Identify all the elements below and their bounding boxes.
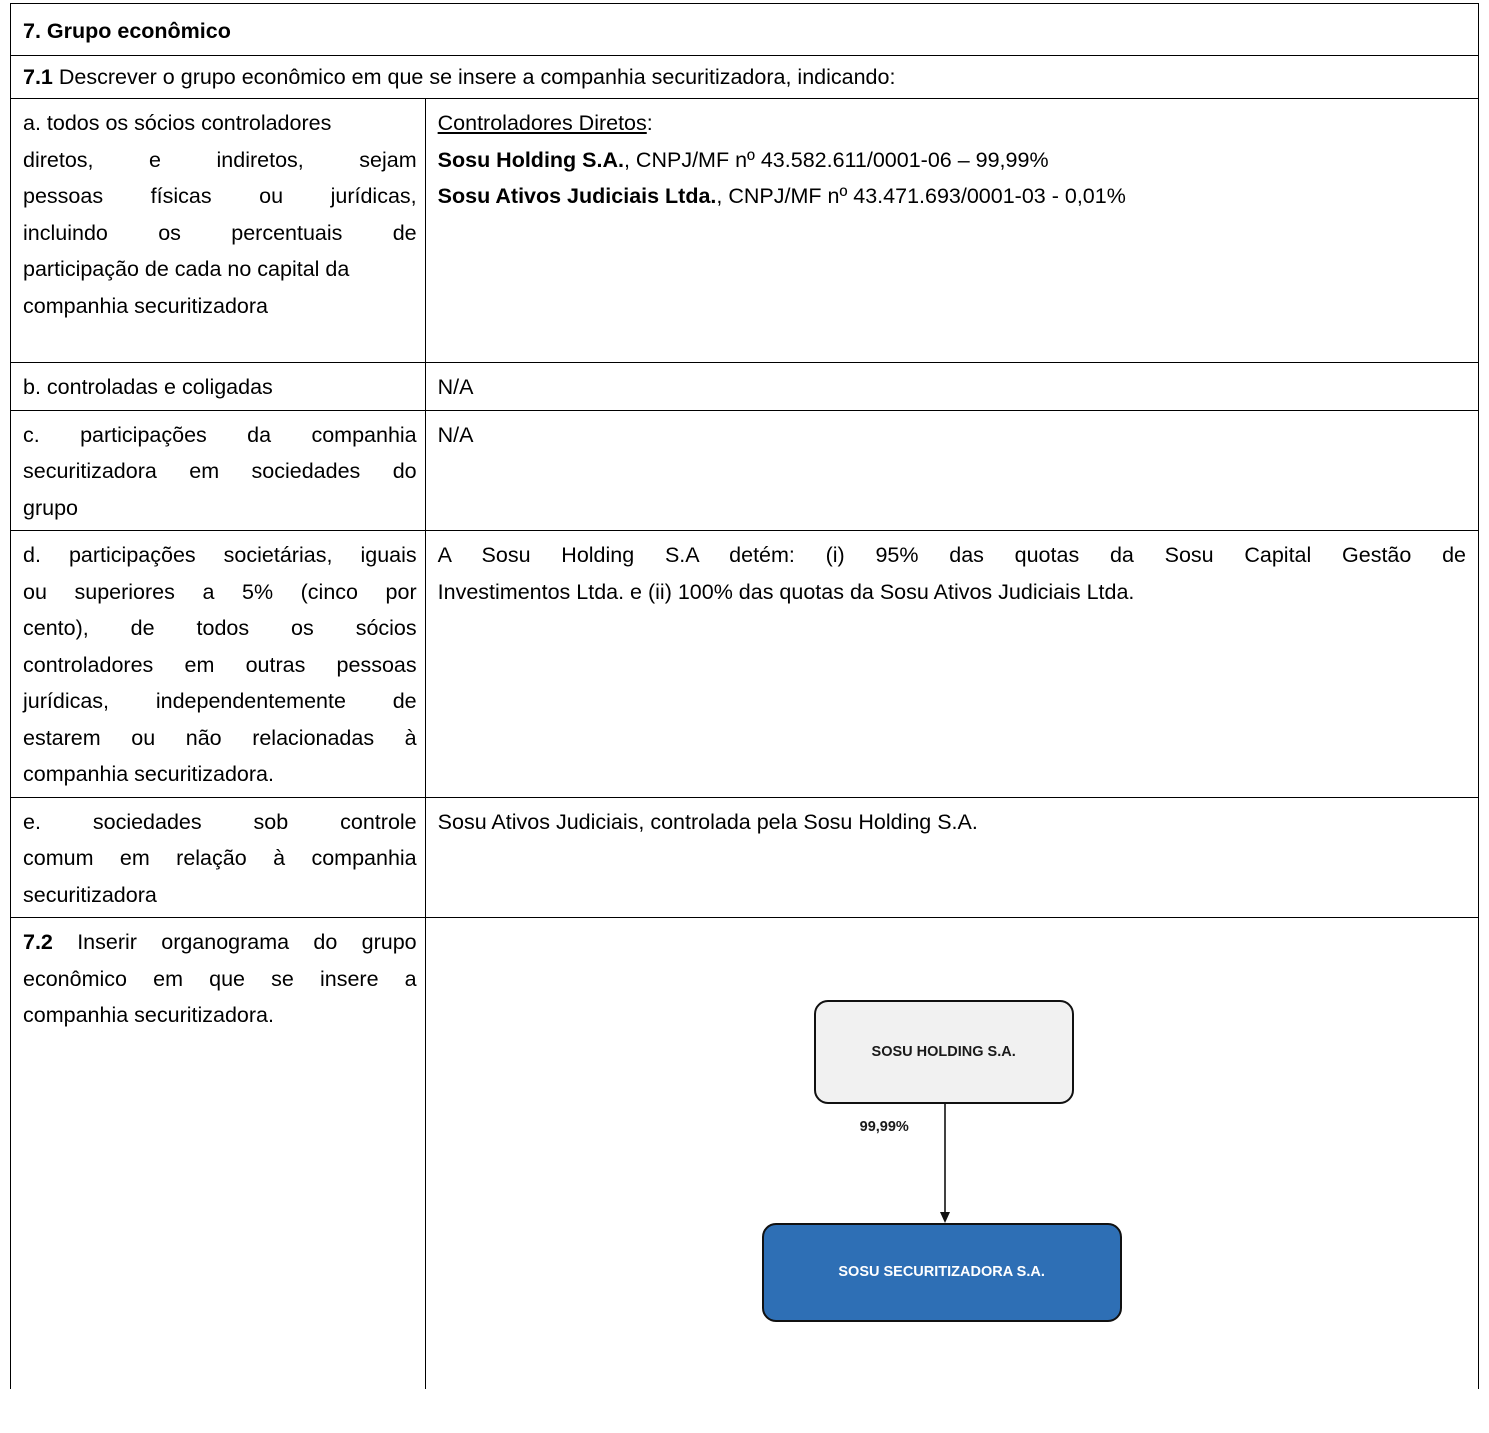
controladores-heading: Controladores Diretos: <box>438 105 1470 142</box>
row-b-label: b. controladas e coligadas <box>10 362 426 411</box>
row-a-label-line: incluindo os percentuais de <box>23 220 417 245</box>
row-d-label-line: companhia securitizadora. <box>23 762 274 786</box>
org-percent-label: 99,99% <box>859 1119 909 1135</box>
row-e-label-line: e. sociedades sob controle <box>23 809 417 834</box>
row-e-label: e. sociedades sob controle comum em rela… <box>10 796 426 918</box>
row-d: d. participações societárias, iguais ou … <box>10 530 1480 798</box>
question-7-1-text: Descrever o grupo econômico em que se in… <box>52 65 896 89</box>
organogram: SOSU HOLDING S.A. 99,99% SOSU SECURITIZA… <box>438 1000 1470 1385</box>
org-node-holding: SOSU HOLDING S.A. <box>813 1000 1074 1104</box>
holder-line: Sosu Holding S.A., CNPJ/MF nº 43.582.611… <box>438 142 1470 179</box>
row-d-label-line: cento), de todos os sócios <box>23 616 417 640</box>
row-d-label-line: jurídicas, independentemente de <box>23 689 417 713</box>
row-a-label-line: companhia securitizadora <box>23 293 268 318</box>
row-d-label-line: estarem ou não relacionadas à <box>23 725 417 750</box>
question-7-2-label: 7.2 Inserir organograma do grupo econômi… <box>10 917 426 1389</box>
row-e: e. sociedades sob controle comum em rela… <box>10 796 1480 918</box>
row-a: a. todos os sócios controladores diretos… <box>10 98 1480 363</box>
row-d-value-line: A Sosu Holding S.A detém: (i) 95% das qu… <box>437 543 1466 567</box>
row-c: c. participações da companhia securitiza… <box>10 409 1480 531</box>
question-7-2-text: Inserir organograma do grupo <box>52 930 417 954</box>
holder-name: Sosu Ativos Judiciais Ltda. <box>437 184 717 208</box>
question-7-2-line: companhia securitizadora. <box>23 1003 274 1027</box>
grupo-economico-table: 7. Grupo econômico 7.1 Descrever o grupo… <box>10 3 1480 1389</box>
row-a-label-line: a. todos os sócios controladores <box>23 111 332 135</box>
row-b: b. controladas e coligadas N/A <box>10 362 1480 411</box>
holder-detail: , CNPJ/MF nº 43.582.611/0001-06 – 99,99% <box>623 147 1049 172</box>
question-7-2-line: econômico em que se insere a <box>23 966 417 991</box>
row-d-value-line: Investimentos Ltda. e (ii) 100% das quot… <box>437 579 1135 604</box>
row-d-label-line: ou superiores a 5% (cinco por <box>23 579 417 604</box>
row-a-label: a. todos os sócios controladores diretos… <box>10 98 426 363</box>
question-7-2-number: 7.2 <box>23 930 53 954</box>
question-7-1: 7.1 Descrever o grupo econômico em que s… <box>10 55 1479 99</box>
row-c-value: N/A <box>424 409 1480 531</box>
section-header-row: 7. Grupo econômico <box>10 3 1479 56</box>
org-arrow <box>939 1104 950 1223</box>
row-c-label: c. participações da companhia securitiza… <box>10 409 426 531</box>
row-a-label-line: participação de cada no capital da <box>23 257 350 281</box>
org-node-securitizadora: SOSU SECURITIZADORA S.A. <box>761 1223 1122 1322</box>
row-e-label-line: securitizadora <box>23 882 157 907</box>
row-a-label-line: pessoas físicas ou jurídicas, <box>23 184 417 208</box>
row-b-value: N/A <box>424 362 1480 411</box>
row-d-label-line: d. participações societárias, iguais <box>23 543 417 567</box>
row-a-value: Controladores Diretos: Sosu Holding S.A.… <box>424 98 1480 363</box>
organogram-cell: SOSU HOLDING S.A. 99,99% SOSU SECURITIZA… <box>424 917 1480 1389</box>
question-7-2-line: 7.2 Inserir organograma do grupo <box>23 924 417 961</box>
row-c-label-line: securitizadora em sociedades do <box>23 459 417 483</box>
holder-name: Sosu Holding S.A. <box>437 147 624 172</box>
row-e-value: Sosu Ativos Judiciais, controlada pela S… <box>424 796 1480 918</box>
row-d-value: A Sosu Holding S.A detém: (i) 95% das qu… <box>424 530 1480 798</box>
question-7-2-row: 7.2 Inserir organograma do grupo econômi… <box>10 917 1480 1389</box>
section-title: 7. Grupo econômico <box>10 3 1479 56</box>
controladores-heading-text: Controladores Diretos <box>437 111 647 135</box>
row-d-label: d. participações societárias, iguais ou … <box>10 530 426 798</box>
row-a-label-line: diretos, e indiretos, sejam <box>23 147 417 172</box>
question-7-1-number: 7.1 <box>23 65 53 89</box>
holder-detail: , CNPJ/MF nº 43.471.693/0001-03 - 0,01% <box>716 184 1126 208</box>
row-c-label-line: grupo <box>23 495 78 520</box>
controladores-heading-suffix: : <box>646 111 653 135</box>
row-c-label-line: c. participações da companhia <box>23 422 417 447</box>
question-7-1-row: 7.1 Descrever o grupo econômico em que s… <box>10 55 1479 99</box>
row-e-label-line: comum em relação à companhia <box>23 846 417 870</box>
document: 7. Grupo econômico 7.1 Descrever o grupo… <box>10 3 1480 1389</box>
row-d-label-line: controladores em outras pessoas <box>23 652 417 677</box>
holder-line: Sosu Ativos Judiciais Ltda., CNPJ/MF nº … <box>438 178 1470 215</box>
